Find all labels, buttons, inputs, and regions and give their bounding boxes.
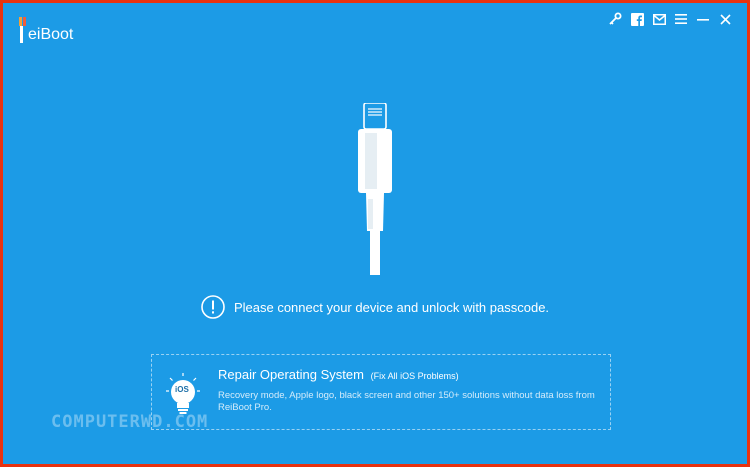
- repair-subtitle: (Fix All iOS Problems): [370, 371, 459, 381]
- connect-prompt: Please connect your device and unlock wi…: [3, 295, 747, 319]
- repair-title-text: Repair Operating System: [218, 367, 364, 382]
- alert-icon: [201, 295, 225, 319]
- app-window: eiBoot Please connect your device and un…: [3, 3, 747, 464]
- minimize-icon[interactable]: [695, 11, 711, 27]
- app-name: eiBoot: [28, 26, 74, 43]
- menu-icon[interactable]: [673, 11, 689, 27]
- repair-title: Repair Operating System (Fix All iOS Pro…: [218, 367, 459, 382]
- facebook-icon[interactable]: [629, 11, 645, 27]
- lightning-cable-icon: [358, 102, 392, 275]
- key-icon[interactable]: [607, 11, 623, 27]
- watermark: COMPUTERWD.COM: [51, 412, 209, 432]
- repair-os-button[interactable]: iOS Repair Operating System (Fix All iOS…: [151, 354, 611, 430]
- connect-message: Please connect your device and unlock wi…: [233, 299, 550, 315]
- ios-badge-label: iOS: [175, 385, 189, 394]
- logo-mark-icon: [17, 17, 27, 43]
- close-icon[interactable]: [717, 11, 733, 27]
- ios-lightbulb-icon: [166, 373, 200, 414]
- mail-icon[interactable]: [651, 11, 667, 27]
- title-bar: eiBoot: [3, 3, 747, 43]
- repair-description: Recovery mode, Apple logo, black screen …: [218, 390, 595, 413]
- titlebar-controls: [607, 11, 733, 27]
- reiboot-logo: eiBoot: [17, 17, 73, 43]
